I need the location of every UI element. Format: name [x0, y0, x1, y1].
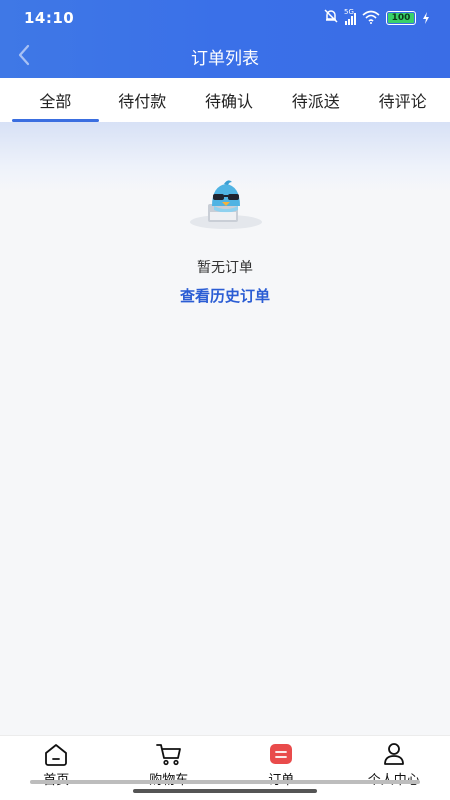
view-history-orders-link[interactable]: 查看历史订单	[0, 285, 450, 306]
status-bar: 14:10 5G 100	[0, 0, 450, 36]
tab-label: 待付款	[118, 92, 167, 111]
tab-pending-review[interactable]: 待评论	[359, 78, 446, 122]
nav-label: 首页	[43, 769, 69, 788]
home-indicator[interactable]	[133, 789, 317, 793]
tab-pending-delivery[interactable]: 待派送	[272, 78, 359, 122]
order-icon	[267, 741, 295, 767]
empty-state-message: 暂无订单	[197, 260, 253, 276]
wifi-icon	[362, 9, 380, 28]
tab-label: 待确认	[204, 92, 253, 111]
battery-level: 100	[391, 13, 411, 23]
order-list-area: 暂无订单 查看历史订单	[0, 122, 450, 735]
nav-label: 个人中心	[368, 769, 420, 788]
home-icon	[42, 741, 70, 767]
tab-label: 待评论	[378, 92, 427, 111]
signal-icon: 5G	[344, 8, 356, 25]
charging-icon	[422, 9, 430, 28]
tab-all[interactable]: 全部	[12, 78, 99, 122]
nav-label: 订单	[268, 769, 294, 788]
tab-label: 待派送	[291, 92, 340, 111]
nav-label: 购物车	[149, 769, 188, 788]
battery-icon: 100	[386, 11, 416, 25]
status-icons: 5G 100	[323, 8, 430, 28]
order-status-tabs: 全部 待付款 待确认 待派送 待评论	[0, 78, 450, 122]
tab-label: 全部	[39, 92, 72, 111]
nav-bar: 订单列表	[0, 36, 450, 78]
scroll-track	[30, 780, 420, 784]
nav-item-profile[interactable]: 个人中心	[338, 736, 450, 800]
empty-mascot-icon	[188, 178, 264, 230]
tab-pending-payment[interactable]: 待付款	[99, 78, 186, 122]
network-type: 5G	[344, 8, 354, 16]
status-time: 14:10	[24, 9, 75, 27]
nav-item-home[interactable]: 首页	[0, 736, 113, 800]
user-icon	[380, 741, 408, 767]
tab-pending-confirm[interactable]: 待确认	[186, 78, 273, 122]
app-header: 14:10 5G 100 订单列表	[0, 0, 450, 78]
cart-icon	[155, 741, 183, 767]
page-title: 订单列表	[191, 49, 259, 69]
mute-bell-icon	[323, 8, 339, 28]
